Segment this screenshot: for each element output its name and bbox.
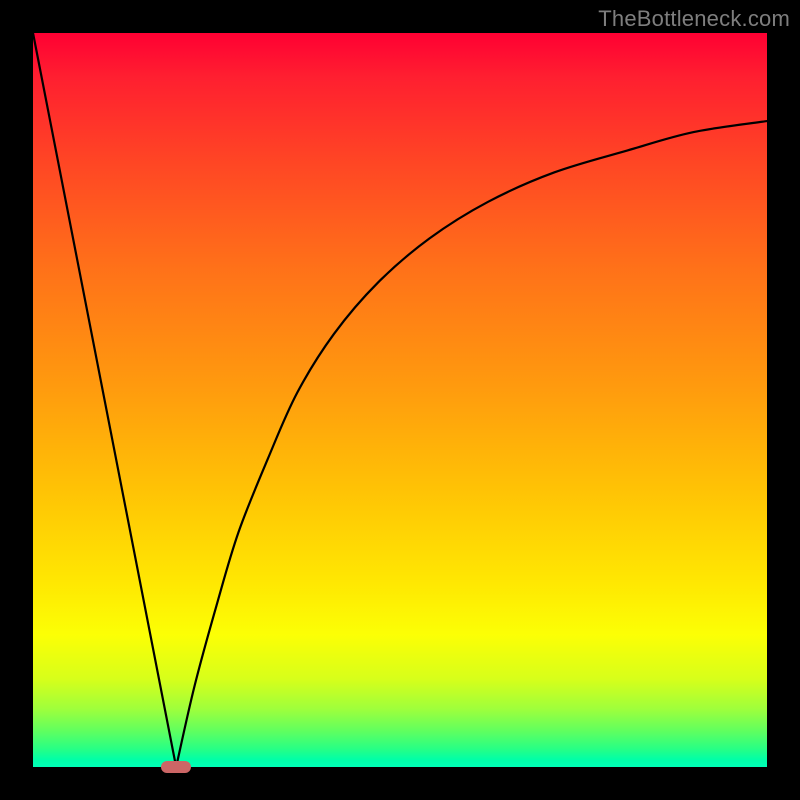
chart-frame: TheBottleneck.com (0, 0, 800, 800)
watermark-text: TheBottleneck.com (598, 6, 790, 32)
bottleneck-curve (33, 33, 767, 767)
curve-svg (33, 33, 767, 767)
plot-area (33, 33, 767, 767)
min-marker (161, 761, 190, 773)
